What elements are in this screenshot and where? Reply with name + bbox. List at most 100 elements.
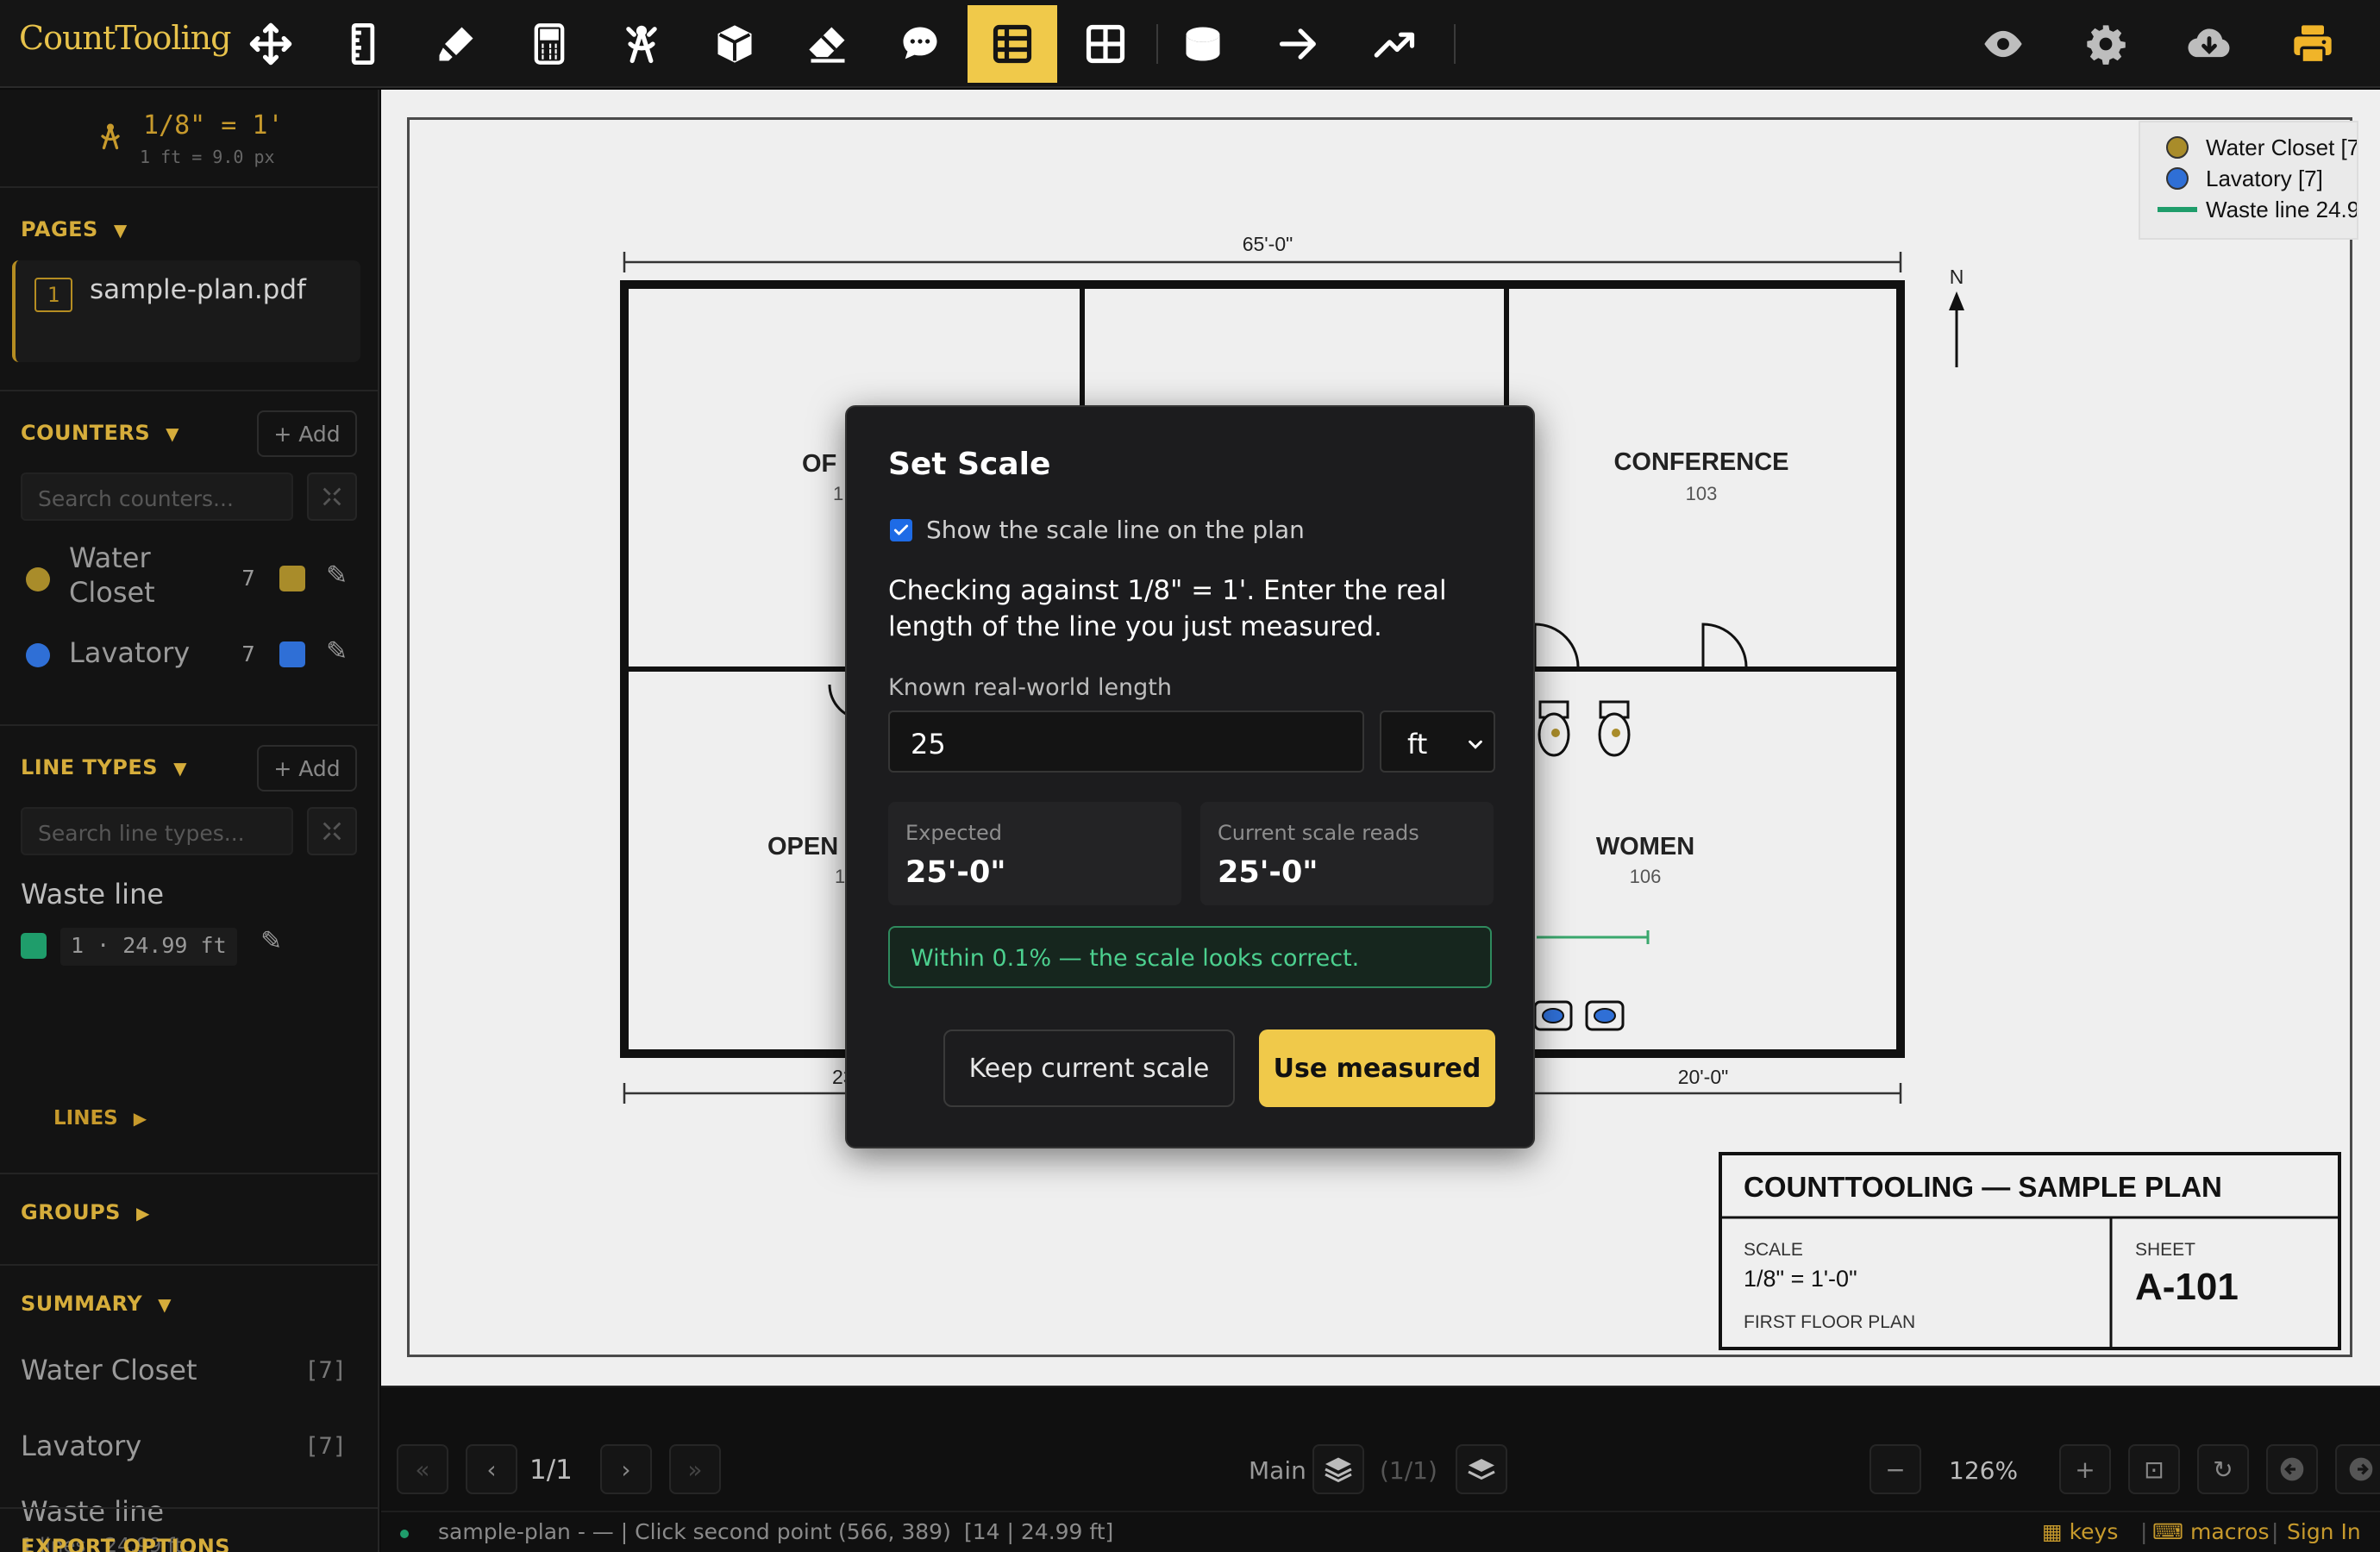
legend-item-label: Water Closet [7]: [2206, 135, 2358, 160]
chevron-down-icon: ▼: [158, 1294, 172, 1315]
titleblock-drawing-name: FIRST FLOOR PLAN: [1744, 1312, 1916, 1332]
show-scale-line-label[interactable]: Show the scale line on the plan: [926, 516, 1305, 544]
counter-search-input[interactable]: Search counters...: [21, 472, 293, 521]
arrow-tool-button[interactable]: [1254, 5, 1343, 83]
counter-count: 7: [241, 641, 255, 666]
edit-pencil-icon[interactable]: ✎: [260, 926, 282, 956]
measurement-readout: [14 | 24.99 ft]: [964, 1519, 1114, 1544]
ruler-tool-button[interactable]: [318, 5, 408, 83]
calculator-tool-button[interactable]: [504, 5, 594, 83]
titleblock-scale-label: SCALE: [1744, 1240, 1803, 1260]
move-tool-button[interactable]: [226, 5, 316, 83]
add-layer-button[interactable]: [1456, 1444, 1507, 1494]
counter-color-swatch[interactable]: [279, 566, 305, 591]
zoom-out-button[interactable]: −: [1870, 1444, 1921, 1494]
summary-header[interactable]: SUMMARY ▼: [21, 1292, 172, 1316]
unit-select[interactable]: ft: [1380, 710, 1495, 773]
collapse-icon: [323, 487, 341, 506]
chevron-right-icon: ▶: [133, 1108, 147, 1129]
unit-select-value: ft: [1407, 728, 1428, 760]
macros-link[interactable]: ⌨ macros: [2152, 1519, 2270, 1544]
current-scale-value: 25'-0": [1218, 855, 1318, 890]
settings-button[interactable]: [2061, 5, 2151, 83]
layer-name: Main: [1249, 1456, 1306, 1485]
pages-header-label: PAGES: [21, 217, 98, 241]
counter-color-swatch[interactable]: [279, 641, 305, 667]
trend-tool-button[interactable]: [1350, 5, 1440, 83]
move-icon: [249, 22, 292, 66]
room-number-conference: 103: [1685, 483, 1718, 504]
cube-tool-button[interactable]: [690, 5, 780, 83]
legend-swatch: [2166, 136, 2189, 159]
page-item[interactable]: 1 sample-plan.pdf: [12, 260, 360, 362]
summary-item-count: [7]: [304, 1433, 347, 1460]
comment-tool-button[interactable]: [875, 5, 965, 83]
collapse-line-types-button[interactable]: [307, 807, 357, 855]
grid-icon: [1086, 24, 1125, 64]
compass-tool-button[interactable]: [597, 5, 686, 83]
sign-in-link[interactable]: Sign In: [2287, 1519, 2361, 1544]
next-page-button[interactable]: ›: [600, 1444, 652, 1494]
highlighter-tool-button[interactable]: [411, 5, 501, 83]
double-chevron-left-icon: «: [415, 1455, 430, 1484]
keep-current-scale-button[interactable]: Keep current scale: [943, 1029, 1235, 1107]
redo-icon: [2349, 1457, 2373, 1481]
room-label-conference: CONFERENCE: [1613, 448, 1789, 476]
line-type-search-input[interactable]: Search line types...: [21, 807, 293, 855]
use-measured-button[interactable]: Use measured: [1259, 1029, 1495, 1107]
layer-count: (1/1): [1380, 1456, 1437, 1485]
groups-header[interactable]: GROUPS ▶: [21, 1200, 150, 1224]
add-line-type-button[interactable]: + Add: [257, 745, 357, 792]
show-scale-line-checkbox[interactable]: [890, 519, 912, 541]
length-input[interactable]: 25: [888, 710, 1364, 773]
scale-indicator[interactable]: 1/8" = 1' 1 ft = 9.0 px: [0, 90, 378, 186]
cloud-download-button[interactable]: [2164, 5, 2254, 83]
pages-header[interactable]: PAGES ▼: [21, 217, 128, 241]
redo-button[interactable]: [2335, 1444, 2380, 1494]
counters-header[interactable]: COUNTERS ▼: [21, 421, 179, 445]
pages-section: PAGES ▼ 1 sample-plan.pdf: [0, 186, 378, 390]
eraser-tool-button[interactable]: [783, 5, 873, 83]
groups-header-label: GROUPS: [21, 1200, 121, 1224]
export-header[interactable]: EXPORT OPTIONS: [21, 1535, 230, 1552]
chevron-down-icon: ▼: [166, 423, 180, 444]
fit-to-screen-button[interactable]: ⊡: [2128, 1444, 2180, 1494]
plan-legend[interactable]: Water Closet [7] Lavatory [7] Waste line…: [2139, 121, 2358, 240]
zoom-in-button[interactable]: +: [2059, 1444, 2111, 1494]
expected-value: 25'-0": [905, 855, 1006, 890]
first-page-button[interactable]: «: [397, 1444, 448, 1494]
line-types-header[interactable]: LINE TYPES ▼: [21, 755, 187, 779]
counter-item-lavatory[interactable]: Lavatory 7 ✎: [0, 624, 378, 685]
table-tool-button[interactable]: [968, 5, 1057, 83]
layers-button[interactable]: [1312, 1444, 1364, 1494]
print-button[interactable]: [2268, 5, 2358, 83]
chevron-left-icon: ‹: [486, 1455, 497, 1484]
status-separator: |: [2140, 1519, 2148, 1544]
rotate-button[interactable]: ↻: [2197, 1444, 2249, 1494]
visibility-button[interactable]: [1958, 5, 2048, 83]
last-page-button[interactable]: »: [669, 1444, 721, 1494]
collapse-counters-button[interactable]: [307, 472, 357, 521]
grid-tool-button[interactable]: [1061, 5, 1150, 83]
line-type-name[interactable]: Waste line: [21, 878, 164, 911]
compass-icon: [101, 123, 120, 150]
status-text: sample-plan - — | Click second point: [438, 1519, 832, 1544]
layers-add-icon: [1468, 1459, 1495, 1480]
line-types-header-label: LINE TYPES: [21, 755, 159, 779]
previous-page-button[interactable]: ‹: [466, 1444, 517, 1494]
edit-pencil-icon[interactable]: ✎: [326, 560, 348, 591]
chevron-down-icon: ▼: [173, 758, 187, 779]
counter-item-water-closet[interactable]: Water Closet 7 ✎: [0, 536, 378, 619]
line-type-color-swatch[interactable]: [21, 933, 47, 959]
keyboard-icon: ⌨: [2152, 1519, 2191, 1544]
lines-toggle[interactable]: LINES ▶: [53, 1107, 147, 1130]
keys-link[interactable]: ▦ keys: [2042, 1519, 2118, 1544]
groups-section: GROUPS ▶: [0, 1173, 378, 1264]
edit-pencil-icon[interactable]: ✎: [326, 636, 348, 666]
add-counter-button[interactable]: + Add: [257, 410, 357, 457]
undo-button[interactable]: [2266, 1444, 2318, 1494]
database-tool-button[interactable]: [1158, 5, 1248, 83]
status-separator: |: [2271, 1519, 2279, 1544]
summary-item-name: Water Closet: [21, 1354, 197, 1386]
counter-color-dot: [26, 643, 50, 667]
